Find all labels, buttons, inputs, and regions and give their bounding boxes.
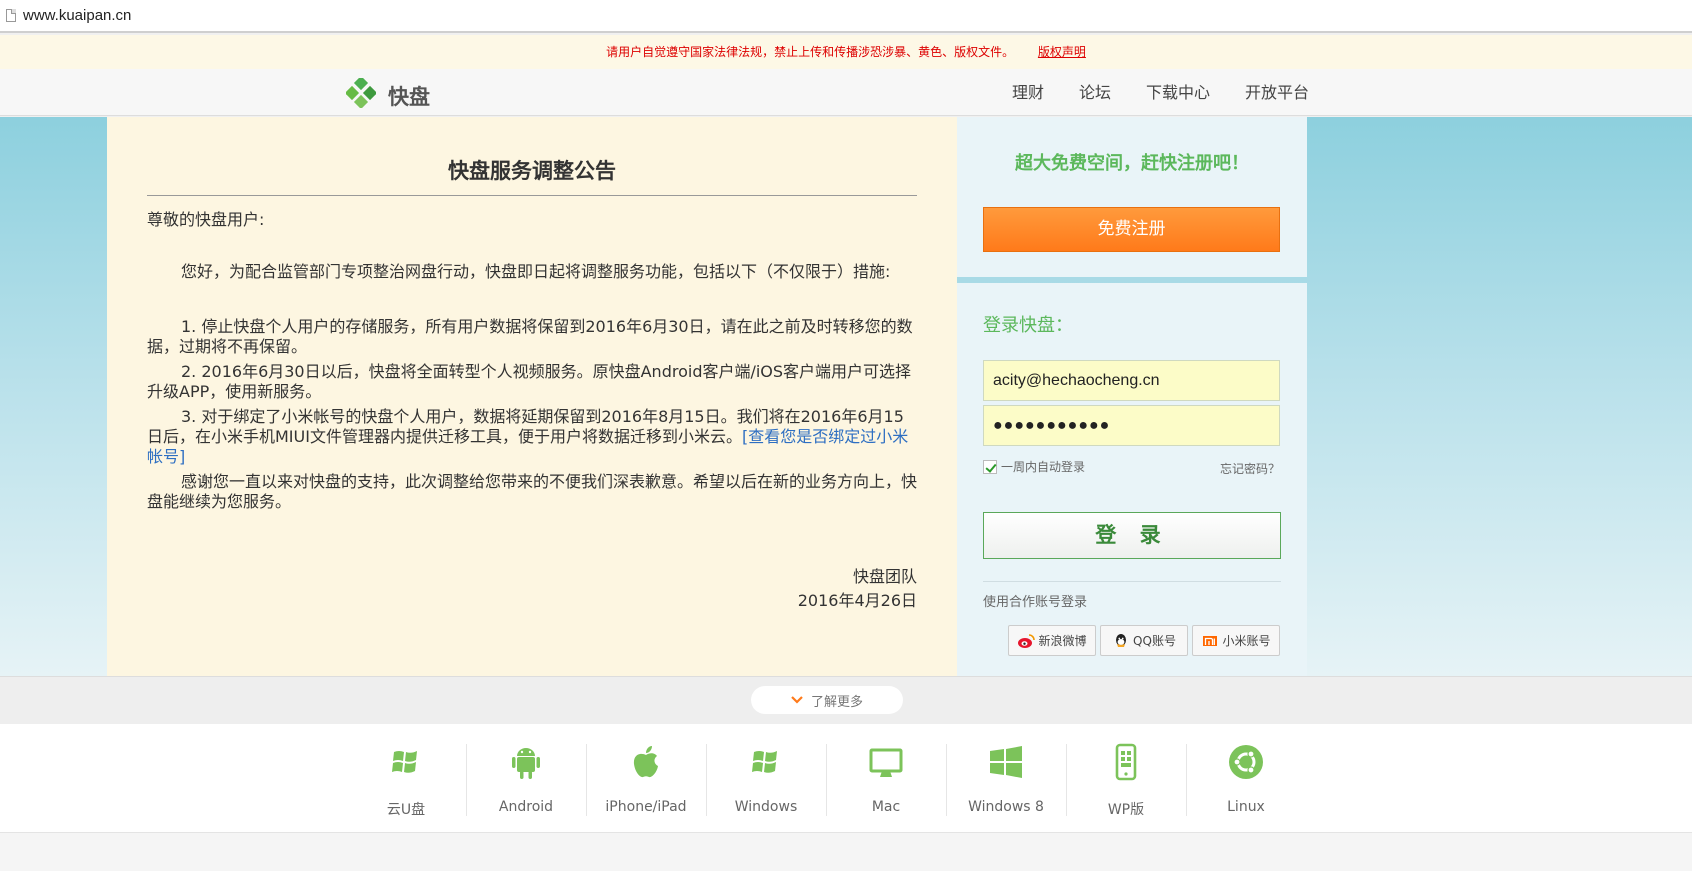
xiaomi-label: 小米账号 bbox=[1222, 634, 1271, 648]
signature: 快盘团队 2016年4月26日 bbox=[798, 565, 917, 613]
legal-notice: 请用户自觉遵守国家法律法规，禁止上传和传播涉恐涉暴、黄色、版权文件。 版权声明 bbox=[0, 35, 1692, 69]
platform-wp[interactable]: WP版 bbox=[1066, 724, 1186, 833]
login-title: 登录快盘： bbox=[983, 315, 1073, 336]
weibo-label: 新浪微博 bbox=[1038, 634, 1087, 648]
nav-open-platform[interactable]: 开放平台 bbox=[1245, 69, 1309, 116]
login-button[interactable]: 登 录 bbox=[983, 512, 1281, 559]
platform-iphone-ipad[interactable]: iPhone/iPad bbox=[586, 724, 706, 833]
password-field[interactable]: ●●●●●●●●●●● bbox=[983, 405, 1280, 446]
login-panel: 登录快盘： acity@hechaocheng.cn ●●●●●●●●●●● 一… bbox=[957, 283, 1307, 676]
partner-login-buttons: 新浪微博 QQ账号 小米账号 bbox=[1008, 625, 1284, 656]
page-icon bbox=[6, 9, 16, 22]
platform-label: Android bbox=[498, 799, 554, 815]
android-icon bbox=[512, 748, 540, 779]
divider bbox=[983, 581, 1281, 582]
monitor-icon bbox=[869, 748, 903, 777]
team-name: 快盘团队 bbox=[852, 567, 917, 586]
thanks-paragraph: 感谢您一直以来对快盘的支持，此次调整给您带来的不便我们深表歉意。希望以后在新的业… bbox=[147, 472, 918, 511]
platform-label: Windows 8 bbox=[968, 799, 1044, 815]
copyright-link[interactable]: 版权声明 bbox=[1038, 45, 1086, 59]
partner-login-title: 使用合作账号登录 bbox=[983, 595, 1088, 610]
notice-text: 请用户自觉遵守国家法律法规，禁止上传和传播涉恐涉暴、黄色、版权文件。 bbox=[606, 45, 1015, 59]
browser-address-bar[interactable]: www.kuaipan.cn bbox=[0, 0, 1692, 33]
platform-mac[interactable]: Mac bbox=[826, 724, 946, 833]
announcement-title: 快盘服务调整公告 bbox=[147, 155, 917, 196]
windows-flag-icon bbox=[392, 751, 417, 773]
qq-login-button[interactable]: QQ账号 bbox=[1100, 625, 1188, 656]
register-slogan: 超大免费空间，赶快注册吧！ bbox=[1015, 153, 1249, 174]
platform-label: Windows bbox=[734, 799, 798, 815]
platform-android[interactable]: Android bbox=[466, 724, 586, 833]
apple-icon bbox=[633, 746, 658, 778]
remember-checkbox[interactable] bbox=[983, 459, 997, 474]
logo-text: 快盘 bbox=[388, 85, 430, 109]
remember-label: 一周内自动登录 bbox=[1001, 460, 1086, 474]
learn-more-label: 了解更多 bbox=[810, 694, 863, 710]
qq-label: QQ账号 bbox=[1133, 634, 1176, 648]
windows8-icon bbox=[990, 746, 1022, 778]
kuaipan-logo-icon bbox=[346, 78, 376, 108]
platform-windows[interactable]: Windows bbox=[706, 724, 826, 833]
platform-label: Linux bbox=[1227, 799, 1265, 815]
platform-windows-8[interactable]: Windows 8 bbox=[946, 724, 1066, 833]
learn-more-button[interactable]: 了解更多 bbox=[751, 686, 903, 714]
site-header: 快盘 理财 论坛 下载中心 开放平台 bbox=[0, 69, 1692, 116]
logo[interactable]: 快盘 bbox=[346, 78, 466, 109]
platform-label: 云U盘 bbox=[386, 802, 426, 818]
learn-more-bar: 了解更多 bbox=[0, 676, 1692, 724]
platform-downloads: 云U盘 Android iPhone/iPad Windows Mac Wind… bbox=[0, 724, 1692, 833]
forgot-password-link[interactable]: 忘记密码？ bbox=[1220, 460, 1280, 477]
xiaomi-icon bbox=[1203, 635, 1218, 646]
announcement-date: 2016年4月26日 bbox=[797, 591, 917, 610]
ubuntu-icon bbox=[1229, 745, 1263, 779]
top-nav: 理财 论坛 下载中心 开放平台 bbox=[977, 69, 1309, 116]
platform-label: WP版 bbox=[1107, 802, 1145, 818]
platform-cloud-u-disk[interactable]: 云U盘 bbox=[346, 724, 466, 833]
weibo-icon bbox=[1018, 633, 1036, 648]
item-2: 2. 2016年6月30日以后，快盘将全面转型个人视频服务。原快盘Android… bbox=[147, 362, 912, 401]
footer-strip bbox=[0, 833, 1692, 871]
url-text[interactable]: www.kuaipan.cn bbox=[23, 7, 131, 24]
platform-label: Mac bbox=[871, 799, 901, 815]
greeting: 尊敬的快盘用户: bbox=[147, 210, 265, 229]
qq-icon bbox=[1116, 633, 1127, 647]
nav-forum[interactable]: 论坛 bbox=[1079, 69, 1111, 116]
windows-flag-icon bbox=[752, 751, 777, 773]
weibo-login-button[interactable]: 新浪微博 bbox=[1008, 625, 1096, 656]
phone-icon bbox=[1115, 743, 1137, 781]
platform-linux[interactable]: Linux bbox=[1186, 724, 1306, 833]
xiaomi-login-button[interactable]: 小米账号 bbox=[1192, 625, 1280, 656]
register-button[interactable]: 免费注册 bbox=[983, 207, 1280, 252]
announcement-panel: 快盘服务调整公告 尊敬的快盘用户: 您好，为配合监管部门专项整治网盘行动，快盘即… bbox=[107, 117, 957, 676]
register-panel: 超大免费空间，赶快注册吧！ 免费注册 bbox=[957, 117, 1307, 277]
chevron-down-icon bbox=[791, 696, 803, 704]
nav-download-center[interactable]: 下载中心 bbox=[1146, 69, 1210, 116]
item-1: 1. 停止快盘个人用户的存储服务，所有用户数据将保留到2016年6月30日，请在… bbox=[147, 317, 913, 356]
nav-licai[interactable]: 理财 bbox=[1012, 69, 1044, 116]
email-field[interactable]: acity@hechaocheng.cn bbox=[983, 360, 1280, 401]
intro-paragraph: 您好，为配合监管部门专项整治网盘行动，快盘即日起将调整服务功能，包括以下（不仅限… bbox=[181, 262, 891, 281]
platform-label: iPhone/iPad bbox=[605, 799, 687, 815]
announcement-body: 尊敬的快盘用户: 您好，为配合监管部门专项整治网盘行动，快盘即日起将调整服务功能… bbox=[147, 210, 919, 512]
remember-me[interactable]: 一周内自动登录 bbox=[983, 458, 1085, 475]
item-3: 3. 对于绑定了小米帐号的快盘个人用户，数据将延期保留到2016年8月15日。我… bbox=[147, 407, 919, 467]
